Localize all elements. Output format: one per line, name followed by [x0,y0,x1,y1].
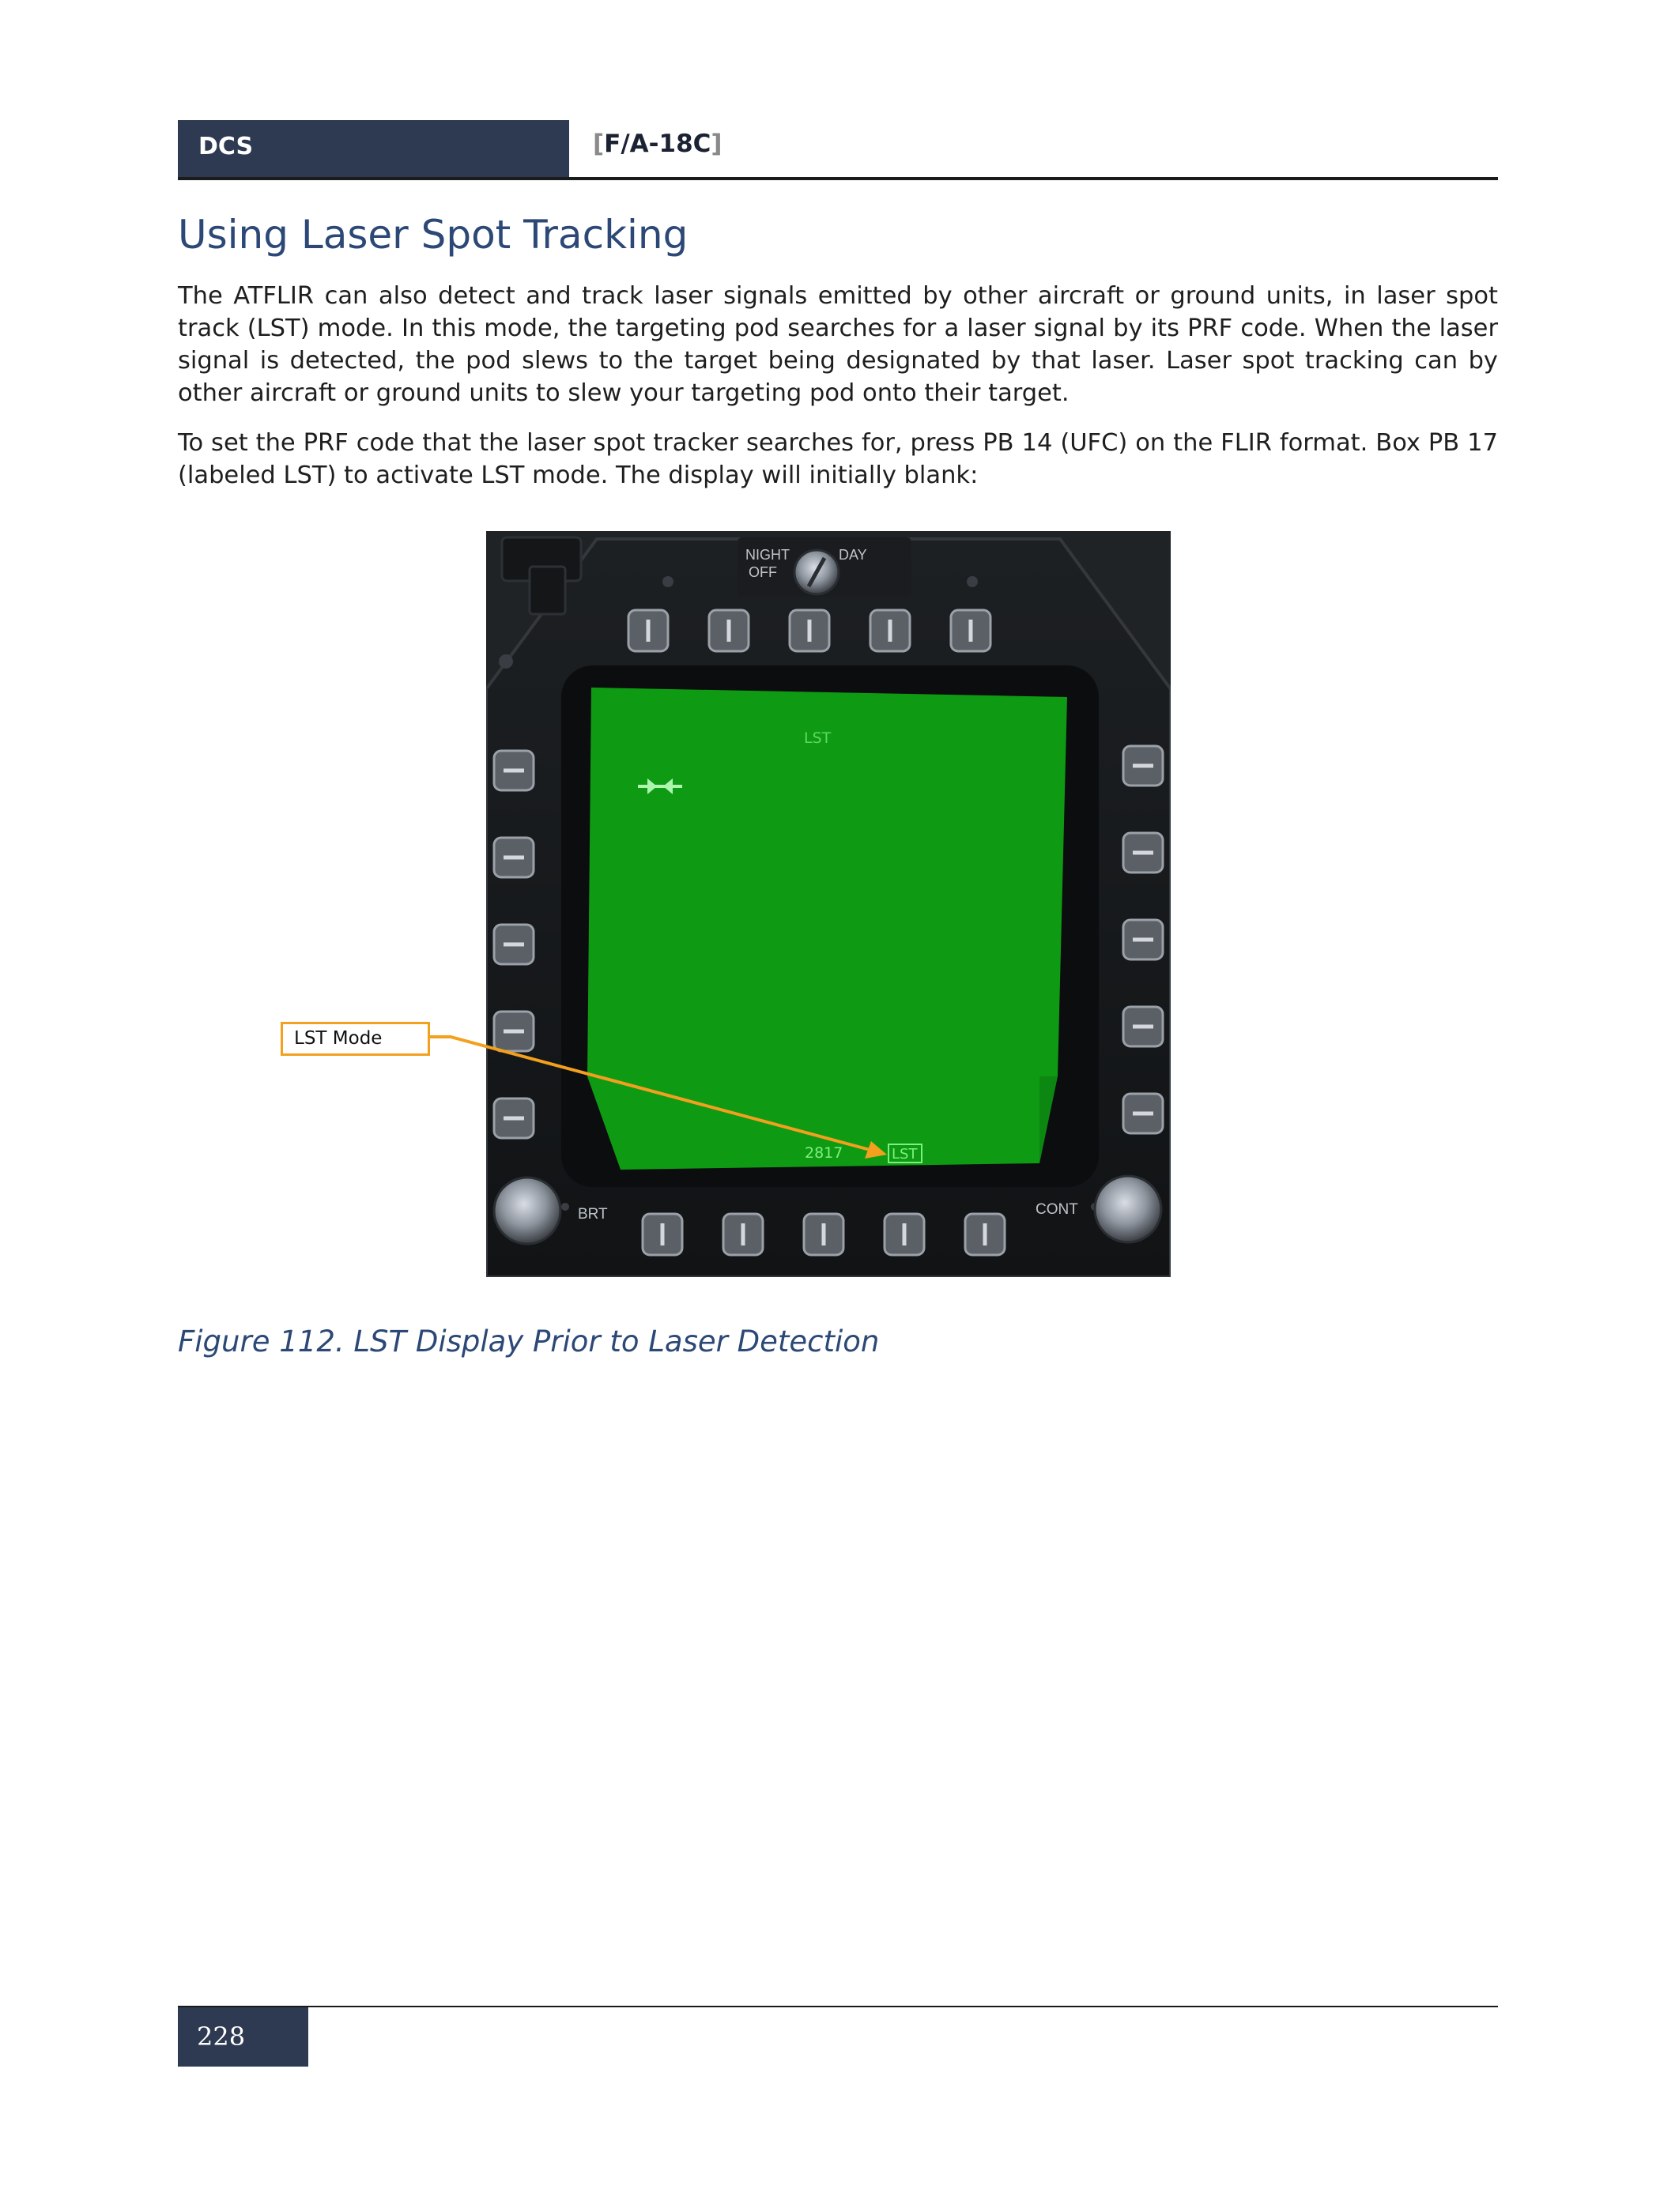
page-number: 228 [178,2007,308,2067]
switch-off-label: OFF [749,564,777,580]
header-bracket-close: ] [711,130,722,158]
header-bracket-open: [ [593,130,605,158]
header-aircraft-text: F/A-18C [604,130,711,158]
cont-knob[interactable] [1093,1174,1163,1244]
mfd-illustration: NIGHT DAY OFF BRT CONT LST 2817 LST [486,531,1171,1277]
header-rule [178,177,1498,180]
header-aircraft-label: [F/A-18C] [593,130,722,158]
mfd-figure: NIGHT DAY OFF BRT CONT LST 2817 LST [486,531,1171,1277]
switch-day-label: DAY [839,547,867,563]
mfd-screen [587,688,1067,1170]
prf-code-readout: 2817 [805,1144,843,1162]
lst-boxed-label: LST [892,1146,918,1163]
switch-night-label: NIGHT [745,547,790,563]
body-paragraph-2: To set the PRF code that the laser spot … [178,429,1498,489]
brt-knob[interactable] [492,1176,562,1245]
footer-rule [178,2006,1498,2007]
figure-caption: Figure 112. LST Display Prior to Laser D… [178,1325,880,1358]
brt-label: BRT [578,1206,608,1223]
header-doc-label: DCS [178,120,569,177]
cont-label: CONT [1036,1201,1078,1218]
screen-lst-top-label: LST [804,729,832,747]
body-paragraph-1: The ATFLIR can also detect and track las… [178,282,1498,407]
callout-lst-mode: LST Mode [281,1022,430,1056]
section-title: Using Laser Spot Tracking [178,212,689,258]
